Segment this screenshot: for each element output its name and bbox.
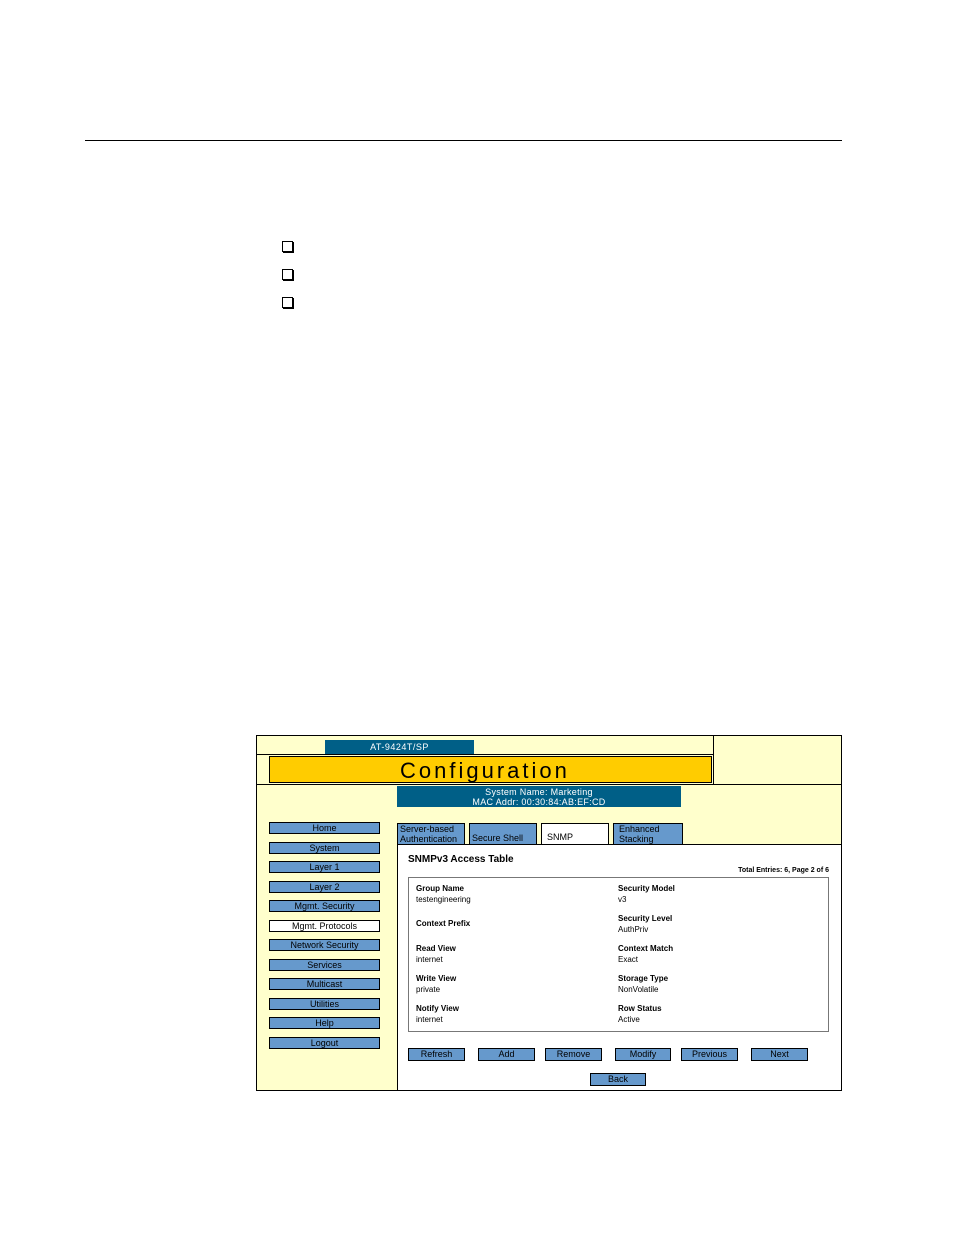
add-button[interactable]: Add	[478, 1048, 535, 1061]
nav-network-security[interactable]: Network Security	[269, 939, 380, 951]
checkbox-bullet-icon	[282, 241, 293, 252]
nav-layer-1[interactable]: Layer 1	[269, 861, 380, 873]
nav-multicast[interactable]: Multicast	[269, 978, 380, 990]
refresh-button[interactable]: Refresh	[408, 1048, 465, 1061]
tab-server-based-authentication[interactable]: Server-based Authentication	[397, 823, 465, 844]
nav-system[interactable]: System	[269, 842, 380, 854]
group-name-label: Group Name	[416, 884, 465, 893]
context-match-label: Context Match	[618, 944, 674, 953]
read-view-value: internet	[416, 955, 443, 964]
nav-utilities[interactable]: Utilities	[269, 998, 380, 1010]
nav-mgmt-security[interactable]: Mgmt. Security	[269, 900, 380, 912]
previous-button[interactable]: Previous	[681, 1048, 738, 1061]
content-panel: SNMPv3 Access Table Total Entries: 6, Pa…	[397, 844, 841, 1090]
storage-type-label: Storage Type	[618, 974, 669, 983]
page-title: Configuration	[269, 756, 712, 783]
context-match-value: Exact	[618, 955, 639, 964]
model-label: AT-9424T/SP	[325, 740, 474, 754]
notify-view-value: internet	[416, 1015, 443, 1024]
row-status-label: Row Status	[618, 1004, 662, 1013]
next-button[interactable]: Next	[751, 1048, 808, 1061]
total-entries: Total Entries: 6, Page 2 of 6	[738, 867, 829, 874]
back-button[interactable]: Back	[590, 1073, 646, 1086]
tab-secure-shell[interactable]: Secure Shell	[469, 823, 537, 844]
system-name: System Name: Marketing	[485, 787, 593, 797]
context-prefix-label: Context Prefix	[416, 919, 471, 928]
tab-snmp[interactable]: SNMP	[541, 823, 609, 845]
snmpv3-access-screenshot: AT-9424T/SP Configuration System Name: M…	[256, 735, 842, 1091]
notify-view-label: Notify View	[416, 1004, 459, 1013]
group-name-value: testengineering	[416, 895, 471, 904]
nav-layer-2[interactable]: Layer 2	[269, 881, 380, 893]
nav-help[interactable]: Help	[269, 1017, 380, 1029]
write-view-value: private	[416, 985, 441, 994]
mac-address: MAC Addr: 00:30:84:AB:EF:CD	[472, 797, 606, 807]
checkbox-bullet-icon	[282, 297, 293, 308]
system-info: System Name: Marketing MAC Addr: 00:30:8…	[397, 786, 681, 807]
security-level-label: Security Level	[618, 914, 673, 923]
nav-logout[interactable]: Logout	[269, 1037, 380, 1049]
storage-type-value: NonVolatile	[618, 985, 659, 994]
remove-button[interactable]: Remove	[545, 1048, 602, 1061]
security-model-value: v3	[618, 895, 627, 904]
checkbox-bullet-icon	[282, 269, 293, 280]
read-view-label: Read View	[416, 944, 456, 953]
header-rule	[85, 140, 842, 141]
modify-button[interactable]: Modify	[615, 1048, 671, 1061]
nav-services[interactable]: Services	[269, 959, 380, 971]
tab-enhanced-stacking[interactable]: Enhanced Stacking	[613, 823, 683, 844]
row-status-value: Active	[618, 1015, 640, 1024]
security-model-label: Security Model	[618, 884, 675, 893]
panel-title: SNMPv3 Access Table	[408, 854, 514, 865]
nav-mgmt-protocols[interactable]: Mgmt. Protocols	[269, 920, 380, 932]
access-entry-table: Group Name testengineering Context Prefi…	[408, 877, 829, 1032]
nav-home[interactable]: Home	[269, 822, 380, 834]
security-level-value: AuthPriv	[618, 925, 649, 934]
write-view-label: Write View	[416, 974, 457, 983]
